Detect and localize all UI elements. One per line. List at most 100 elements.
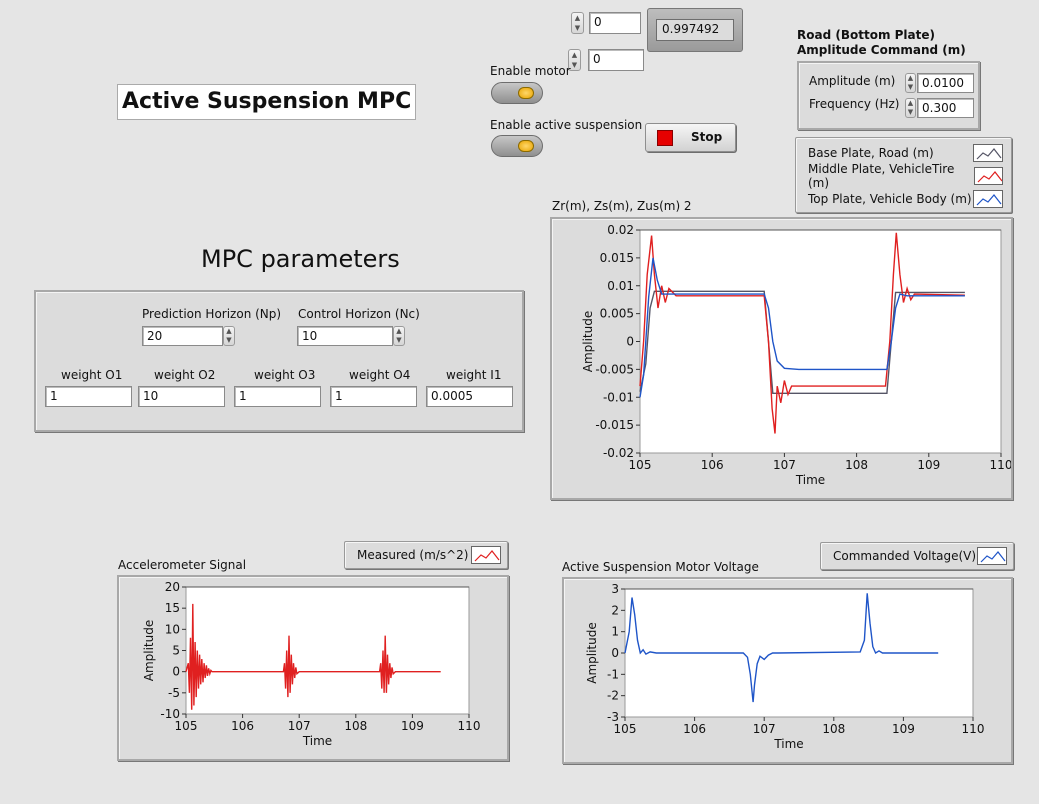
amplitude-label: Amplitude (m) — [809, 74, 896, 88]
x-tick-label: 108 — [344, 719, 367, 733]
y-tick-label: 20 — [165, 580, 180, 594]
x-tick-label: 107 — [773, 458, 796, 472]
road-title-line1: Road (Bottom Plate) — [797, 28, 935, 42]
x-tick-label: 107 — [753, 722, 776, 736]
nc-spinner[interactable]: ▲ ▼ — [393, 326, 405, 346]
page-title: Active Suspension MPC — [117, 84, 416, 120]
nc-input[interactable]: 10 — [297, 326, 393, 346]
mpc-heading: MPC parameters — [201, 245, 400, 273]
weight-o2-label: weight O2 — [154, 368, 216, 382]
enable-active-suspension-toggle[interactable] — [491, 135, 543, 157]
legend-line-icon — [973, 143, 1003, 162]
y-tick-label: -10 — [160, 707, 180, 721]
legend-label: Middle Plate, VehicleTire (m) — [808, 161, 955, 190]
plot-area — [639, 229, 1002, 454]
accel-chart: 105 106 107 108 109 11020151050-5-10TimeAmpli… — [142, 580, 481, 748]
y-tick-label: 0.02 — [607, 223, 634, 237]
x-tick-label: 109 — [892, 722, 915, 736]
y-tick-label: 0 — [172, 665, 180, 679]
legend-line-icon — [973, 166, 1003, 185]
x-tick-label: 108 — [822, 722, 845, 736]
x-axis-label: Time — [773, 737, 803, 751]
led-icon — [518, 140, 534, 152]
x-tick-label: 110 — [458, 719, 481, 733]
numeric-2-input[interactable]: 0 — [588, 49, 644, 71]
frequency-input[interactable]: 0.300 — [917, 98, 974, 118]
weight-o1-label: weight O1 — [61, 368, 123, 382]
y-tick-label: 0 — [626, 335, 634, 349]
y-axis-label: Amplitude — [142, 620, 156, 682]
stop-icon — [657, 130, 673, 146]
enable-motor-label: Enable motor — [490, 64, 571, 78]
np-input[interactable]: 20 — [142, 326, 223, 346]
voltage-chart: 105 106 107 108 109 110 3 2 1 0 -1 -2 -3 Time Amplitud… — [585, 582, 985, 751]
y-tick-label: 0.015 — [600, 251, 634, 265]
accel-chart-title: Accelerometer Signal — [118, 558, 247, 572]
plates-legend: Base Plate, Road (m) Middle Plate, Vehic… — [795, 137, 1012, 213]
y-tick-label: 3 — [611, 582, 619, 596]
y-tick-label: -0.02 — [603, 446, 634, 460]
weight-o4-input[interactable]: 1 — [330, 386, 417, 407]
frequency-label: Frequency (Hz) — [809, 97, 900, 111]
legend-label: Top Plate, Vehicle Body (m) — [808, 191, 972, 206]
y-tick-label: -0.005 — [595, 362, 634, 376]
numeric-1-spinner[interactable]: ▲ ▼ — [571, 12, 584, 34]
x-tick-label: 108 — [845, 458, 868, 472]
y-tick-label: 0.01 — [607, 279, 634, 293]
legend-row: Top Plate, Vehicle Body (m) — [808, 187, 1003, 210]
y-tick-label: 1 — [611, 625, 619, 639]
plates-chart-panel: 105 106 107 108 109 110 0.02 0.015 0.01 0.005 0 -0.… — [550, 217, 1013, 500]
y-tick-label: -0.01 — [603, 390, 634, 404]
plot-area — [185, 586, 470, 715]
y-tick-label: 0 — [611, 646, 619, 660]
x-tick-label: 110 — [962, 722, 985, 736]
amplitude-input[interactable]: 0.0100 — [917, 73, 974, 93]
y-tick-label: -0.015 — [595, 418, 634, 432]
legend-label: Measured (m/s^2) — [357, 548, 469, 562]
x-tick-label: 110 — [990, 458, 1011, 472]
weight-o3-label: weight O3 — [254, 368, 316, 382]
x-tick-label: 105 — [629, 458, 652, 472]
stop-label: Stop — [691, 130, 723, 144]
weight-o1-input[interactable]: 1 — [45, 386, 132, 407]
x-axis-label: Time — [302, 734, 332, 748]
x-tick-label: 109 — [401, 719, 424, 733]
weight-i1-input[interactable]: 0.0005 — [426, 386, 513, 407]
np-spinner[interactable]: ▲ ▼ — [223, 326, 235, 346]
weight-i1-label: weight I1 — [446, 368, 502, 382]
legend-label: Base Plate, Road (m) — [808, 145, 934, 160]
y-tick-label: 5 — [172, 644, 180, 658]
led-icon — [518, 87, 534, 99]
voltage-chart-panel: 105 106 107 108 109 110 3 2 1 0 -1 -2 -3 Time Amplitud… — [562, 577, 1013, 764]
amplitude-spinner[interactable]: ▲ ▼ — [905, 73, 916, 93]
plates-chart: 105 106 107 108 109 110 0.02 0.015 0.01 0.005 0 -0.… — [581, 223, 1011, 487]
enable-active-suspension-label: Enable active suspension — [490, 118, 643, 132]
accel-chart-panel: 105 106 107 108 109 110 20 15 10 5 0 -5 -10 Time Ampli… — [117, 575, 509, 761]
y-axis-label: Amplitude — [585, 622, 599, 684]
x-tick-label: 106 — [701, 458, 724, 472]
x-axis-label: Time — [795, 473, 825, 487]
legend-label: Commanded Voltage(V) — [833, 549, 977, 563]
frequency-spinner[interactable]: ▲ ▼ — [905, 98, 916, 118]
x-tick-label: 106 — [231, 719, 254, 733]
weight-o3-input[interactable]: 1 — [234, 386, 321, 407]
mpc-panel: Prediction Horizon (Np) 20 ▲ ▼ Control Ho… — [34, 290, 524, 432]
stop-button[interactable]: Stop — [645, 123, 736, 152]
x-tick-label: 105 — [175, 719, 198, 733]
weight-o2-input[interactable]: 10 — [138, 386, 225, 407]
x-tick-label: 106 — [683, 722, 706, 736]
enable-motor-toggle[interactable] — [491, 82, 543, 104]
y-tick-label: 0.005 — [600, 307, 634, 321]
voltage-legend: Commanded Voltage(V) — [820, 542, 1014, 570]
legend-row: Measured (m/s^2) — [357, 544, 501, 566]
voltage-chart-title: Active Suspension Motor Voltage — [562, 560, 759, 574]
legend-row: Commanded Voltage(V) — [833, 545, 1007, 567]
np-label: Prediction Horizon (Np) — [142, 307, 282, 321]
x-tick-label: 107 — [288, 719, 311, 733]
legend-line-icon — [977, 547, 1007, 565]
y-tick-label: -5 — [168, 686, 180, 700]
y-tick-label: 2 — [611, 603, 619, 617]
indicator-value: 0.997492 — [656, 19, 734, 41]
y-axis-label: Amplitude — [581, 311, 595, 373]
numeric-1-input[interactable]: 0 — [589, 12, 641, 34]
